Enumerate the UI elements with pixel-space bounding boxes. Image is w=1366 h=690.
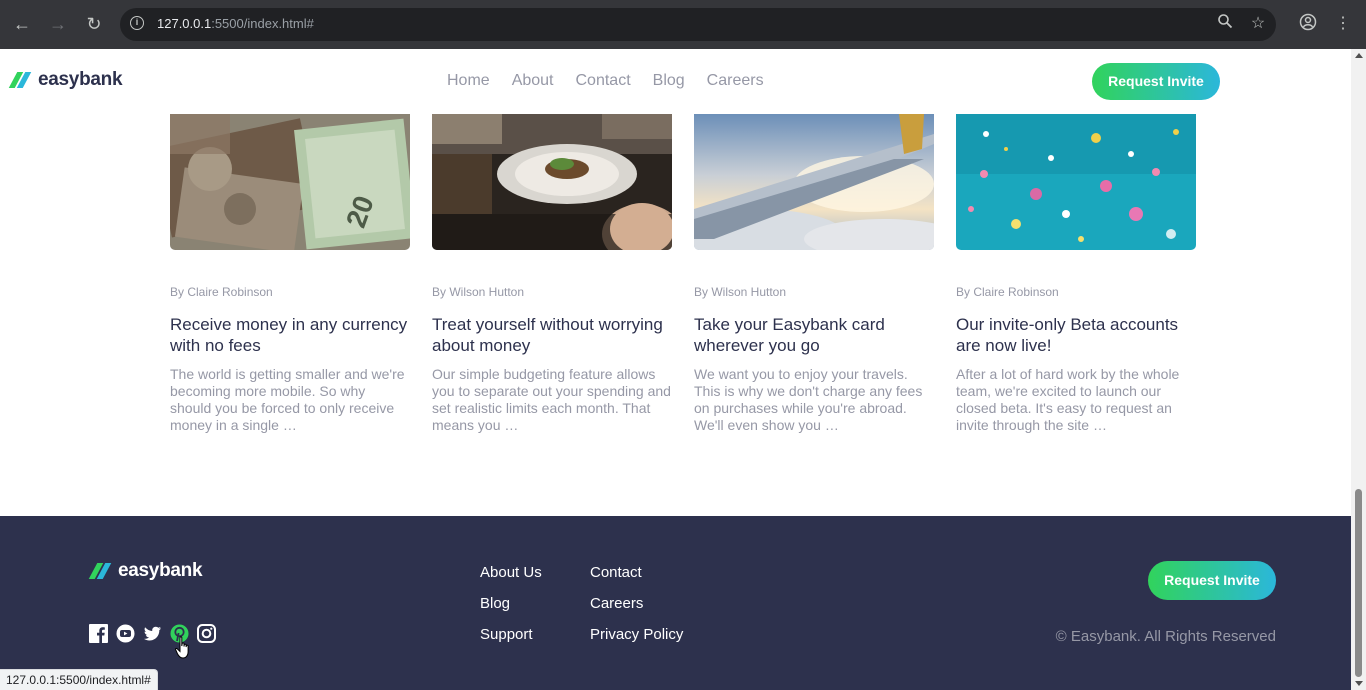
forward-arrow-icon[interactable]: → xyxy=(46,12,70,36)
article-title[interactable]: Take your Easybank card wherever you go xyxy=(694,314,934,356)
zoom-icon[interactable] xyxy=(1214,13,1236,35)
nav-about[interactable]: About xyxy=(512,72,554,90)
footer-request-invite-button[interactable]: Request Invite xyxy=(1148,561,1276,600)
footer-link-blog[interactable]: Blog xyxy=(480,595,590,613)
latest-articles: 20 By Claire Robinson Receive money in a… xyxy=(0,114,1351,516)
article-excerpt: We want you to enjoy your travels. This … xyxy=(694,366,923,433)
nav-careers[interactable]: Careers xyxy=(707,72,764,90)
footer-link-support[interactable]: Support xyxy=(480,626,590,644)
facebook-icon[interactable] xyxy=(89,624,108,643)
nav-blog[interactable]: Blog xyxy=(653,72,685,90)
nav-home[interactable]: Home xyxy=(447,72,490,90)
copyright-text: © Easybank. All Rights Reserved xyxy=(1055,628,1276,645)
footer-link-contact[interactable]: Contact xyxy=(590,564,710,582)
footer-link-privacy-policy[interactable]: Privacy Policy xyxy=(590,626,710,644)
article-title[interactable]: Receive money in any currency with no fe… xyxy=(170,314,410,356)
browser-menu-icon[interactable]: ⋮ xyxy=(1332,13,1354,35)
reload-icon[interactable]: ↻ xyxy=(82,12,106,36)
article-author: By Claire Robinson xyxy=(956,285,1059,299)
instagram-icon[interactable] xyxy=(197,624,216,643)
article-author: By Wilson Hutton xyxy=(694,285,787,299)
article-excerpt: Our simple budgeting feature allows you … xyxy=(432,366,671,433)
back-arrow-icon[interactable]: ← xyxy=(10,12,34,36)
article-image-restaurant[interactable] xyxy=(432,114,672,250)
header-logo[interactable]: easybank xyxy=(8,69,123,91)
request-invite-button[interactable]: Request Invite xyxy=(1092,63,1220,100)
footer-link-careers[interactable]: Careers xyxy=(590,595,710,613)
youtube-icon[interactable] xyxy=(116,624,135,643)
footer-links: About Us Contact Blog Careers Support Pr… xyxy=(480,564,710,644)
logo-mark-icon xyxy=(88,563,112,579)
article-title[interactable]: Treat yourself without worrying about mo… xyxy=(432,314,672,356)
twitter-icon[interactable] xyxy=(143,624,162,643)
logo-text: easybank xyxy=(38,69,123,90)
article-card[interactable]: 20 By Claire Robinson Receive money in a… xyxy=(170,114,410,434)
profile-icon[interactable] xyxy=(1297,13,1319,35)
article-card[interactable]: By Wilson Hutton Take your Easybank card… xyxy=(694,114,934,434)
article-title[interactable]: Our invite-only Beta accounts are now li… xyxy=(956,314,1196,356)
site-header: easybank Home About Contact Blog Careers… xyxy=(0,49,1351,114)
bookmark-star-icon[interactable]: ☆ xyxy=(1247,13,1269,35)
scroll-down-arrow-icon[interactable] xyxy=(1355,681,1363,686)
site-footer: easybank About Us Contact Blog Careers S… xyxy=(0,516,1351,690)
article-card[interactable]: By Claire Robinson Our invite-only Beta … xyxy=(956,114,1196,434)
address-bar-url[interactable]: 127.0.0.1:5500/index.html# xyxy=(157,16,314,31)
footer-link-about-us[interactable]: About Us xyxy=(480,564,590,582)
article-image-plane[interactable] xyxy=(694,114,934,250)
article-image-currency[interactable]: 20 xyxy=(170,114,410,250)
article-card[interactable]: By Wilson Hutton Treat yourself without … xyxy=(432,114,672,434)
social-links xyxy=(89,624,216,643)
footer-logo[interactable]: easybank xyxy=(88,560,203,582)
scrollbar-thumb[interactable] xyxy=(1355,489,1362,677)
article-excerpt: The world is getting smaller and we're b… xyxy=(170,366,405,433)
logo-mark-icon xyxy=(8,72,32,88)
article-excerpt: After a lot of hard work by the whole te… xyxy=(956,366,1180,433)
main-nav: Home About Contact Blog Careers xyxy=(447,72,764,90)
nav-contact[interactable]: Contact xyxy=(576,72,631,90)
article-author: By Wilson Hutton xyxy=(432,285,525,299)
link-status-bar: 127.0.0.1:5500/index.html# xyxy=(0,669,158,690)
browser-toolbar: ← → ↻ i 127.0.0.1:5500/index.html# ☆ ⋮ xyxy=(0,0,1366,49)
site-info-icon[interactable]: i xyxy=(130,16,144,30)
article-image-confetti[interactable] xyxy=(956,114,1196,250)
scroll-up-arrow-icon[interactable] xyxy=(1355,53,1363,58)
logo-text: easybank xyxy=(118,560,203,581)
page-scrollbar[interactable] xyxy=(1351,49,1366,690)
article-author: By Claire Robinson xyxy=(170,285,273,299)
hand-cursor-icon xyxy=(175,636,191,660)
